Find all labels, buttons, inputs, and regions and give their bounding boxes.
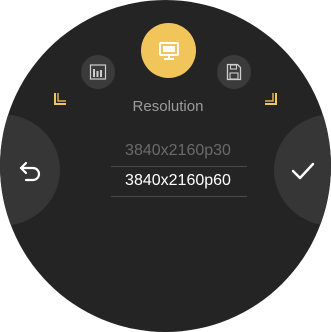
- resolution-option-selected[interactable]: 3840x2160p60: [108, 170, 248, 192]
- confirm-button[interactable]: [274, 114, 331, 226]
- bar-chart-icon: [89, 64, 107, 80]
- storage-mode-button[interactable]: [217, 55, 251, 89]
- save-icon: [226, 63, 242, 81]
- divider: [111, 196, 247, 197]
- monitor-icon: [159, 42, 179, 60]
- corner-bracket-left-icon: [54, 93, 66, 105]
- corner-bracket-right-icon: [265, 93, 277, 105]
- divider: [111, 166, 247, 167]
- watch-screen: Resolution 3840x2160p30 3840x2160p60: [0, 0, 331, 332]
- page-title: Resolution: [132, 98, 204, 115]
- checkmark-icon: [291, 162, 315, 180]
- back-button[interactable]: [0, 114, 60, 226]
- resolution-option[interactable]: 3840x2160p30: [108, 140, 248, 162]
- display-mode-button[interactable]: [141, 23, 196, 78]
- back-arrow-icon: [19, 161, 41, 182]
- chart-mode-button[interactable]: [81, 55, 115, 89]
